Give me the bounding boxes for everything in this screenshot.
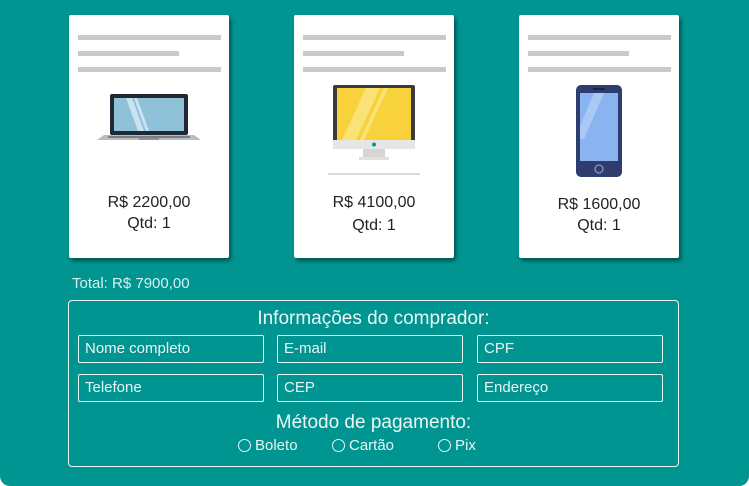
checkout-page: R$ 2200,00 Qtd: 1 R$ 4100,00 Qtd: 1 R$ 1… [0,0,749,486]
payment-option-label: Boleto [255,437,298,454]
text-placeholder-line [78,67,221,72]
radio-button-icon[interactable] [438,439,451,452]
text-placeholder-line [303,67,446,72]
product-price: R$ 4100,00 [332,194,416,211]
product-quantity: Qtd: 1 [352,217,396,234]
laptop-icon [97,94,201,140]
product-price: R$ 1600,00 [557,196,641,213]
order-total: Total: R$ 7900,00 [72,275,190,292]
smartphone-icon [576,85,622,177]
text-placeholder-line [528,67,671,72]
payment-option-pix[interactable]: Pix [438,437,476,454]
email-field[interactable]: E-mail [277,335,463,363]
address-field[interactable]: Endereço [477,374,663,402]
payment-option-label: Cartão [349,437,395,454]
monitor-icon [328,85,420,175]
payment-method-title: Método de pagamento: [275,412,472,433]
phone-field[interactable]: Telefone [78,374,264,402]
text-placeholder-line [303,51,404,56]
product-card: R$ 4100,00 Qtd: 1 [294,15,454,258]
radio-button-icon[interactable] [332,439,345,452]
text-placeholder-line [303,35,446,40]
buyer-info-form: Informações do comprador: Nome completo … [68,300,679,467]
product-card: R$ 1600,00 Qtd: 1 [519,15,679,258]
full-name-field[interactable]: Nome completo [78,335,264,363]
radio-button-icon[interactable] [238,439,251,452]
product-quantity: Qtd: 1 [577,217,621,234]
text-placeholder-line [528,51,629,56]
product-card: R$ 2200,00 Qtd: 1 [69,15,229,258]
payment-option-boleto[interactable]: Boleto [238,437,298,454]
product-price: R$ 2200,00 [107,194,191,211]
product-quantity: Qtd: 1 [127,215,171,232]
text-placeholder-line [78,35,221,40]
form-title: Informações do comprador: [257,308,490,329]
zip-code-field[interactable]: CEP [277,374,463,402]
payment-option-label: Pix [455,437,476,454]
payment-option-cartao[interactable]: Cartão [332,437,394,454]
text-placeholder-line [78,51,179,56]
cpf-field[interactable]: CPF [477,335,663,363]
text-placeholder-line [528,35,671,40]
